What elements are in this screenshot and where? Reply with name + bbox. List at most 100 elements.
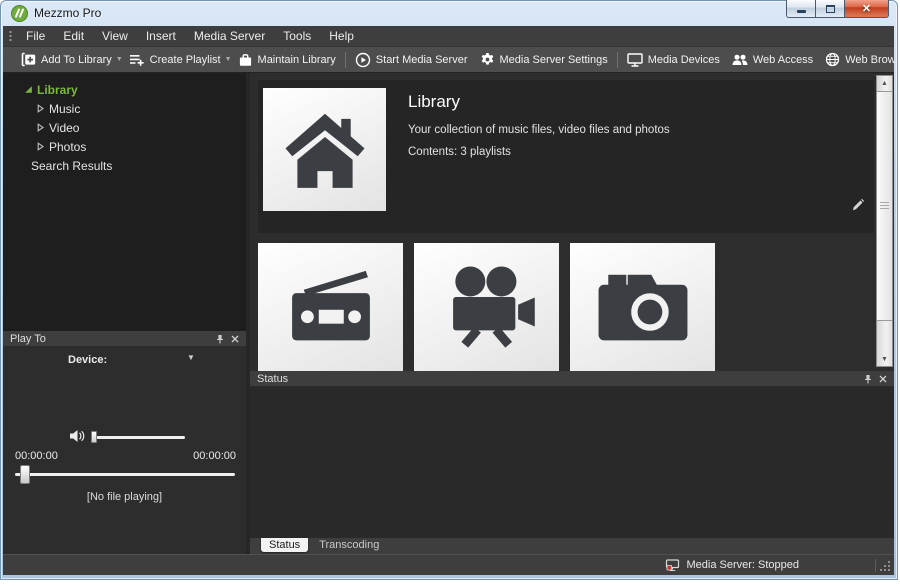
media-devices-button[interactable]: Media Devices [621,47,726,73]
collapsed-arrow-icon[interactable] [36,142,45,151]
statusbar-separator [875,559,876,572]
window-controls: ✕ [786,0,889,18]
close-panel-icon[interactable] [231,335,239,343]
workspace: Library Music Video [3,73,894,554]
volume-speaker-icon[interactable] [69,429,86,443]
status-log-area [250,387,894,537]
volume-slider-track[interactable] [93,436,185,439]
create-playlist-dropdown-icon[interactable]: ▼ [225,56,232,63]
library-home-tile[interactable] [263,88,386,211]
tree-item-label: Music [49,102,80,116]
now-playing-text: [No file playing] [3,491,246,503]
play-to-title: Play To [10,333,46,345]
collapsed-arrow-icon[interactable] [36,104,45,113]
scrollbar-grip-icon [880,202,889,210]
media-server-status: Media Server: Stopped [665,559,799,572]
media-devices-icon [627,53,643,67]
close-button[interactable]: ✕ [844,0,889,18]
expanded-arrow-icon[interactable] [24,85,33,94]
tab-transcoding[interactable]: Transcoding [311,538,387,552]
menu-file[interactable]: File [17,26,54,46]
media-server-status-text: Media Server: Stopped [686,559,799,571]
app-window: Mezzmo Pro ✕ File Edit View Insert Media… [0,0,898,580]
photo-camera-icon [593,266,693,348]
add-to-library-icon [20,52,36,67]
client-area: File Edit View Insert Media Server Tools… [3,26,894,575]
add-to-library-dropdown-icon[interactable]: ▼ [116,56,123,63]
status-panel-header: Status [250,371,894,387]
library-title: Library [408,92,460,112]
resize-grip-icon[interactable] [880,561,891,572]
status-panel-title: Status [257,373,288,385]
tree-item-library[interactable]: Library [3,80,246,99]
toolbar: Add To Library ▼ Create Playlist ▼ Maint… [3,47,894,73]
scroll-down-icon[interactable]: ▼ [877,352,892,366]
total-time: 00:00:00 [193,450,236,462]
status-panel: Status Status Transcoding [250,371,894,554]
web-browser-icon [825,52,840,67]
elapsed-time: 00:00:00 [15,450,58,462]
maintain-library-icon [238,53,253,67]
close-panel-icon[interactable] [879,375,887,383]
maintain-library-button[interactable]: Maintain Library [232,47,342,73]
play-to-header: Play To [3,331,246,347]
create-playlist-icon [129,53,145,67]
tree-item-video[interactable]: Video [3,118,246,137]
status-tabs: Status Transcoding [250,537,894,554]
library-contents: Contents: 3 playlists [408,146,511,158]
main-scrollbar[interactable]: ▲ ▼ [876,75,893,367]
pin-icon[interactable] [864,374,872,384]
menubar-drag-handle-icon[interactable] [9,30,12,43]
menu-edit[interactable]: Edit [54,26,93,46]
start-media-server-button[interactable]: Start Media Server [349,47,474,73]
tree-item-music[interactable]: Music [3,99,246,118]
play-to-panel: Play To Device: ▼ 00:00:00 [3,331,246,554]
scroll-up-icon[interactable]: ▲ [877,76,892,90]
pin-icon[interactable] [216,334,224,344]
web-browser-button[interactable]: Web Browser [819,47,894,73]
tree-item-search-results[interactable]: Search Results [3,156,246,175]
photos-playlist-tile[interactable] [570,243,715,371]
menu-media-server[interactable]: Media Server [185,26,274,46]
seek-slider-thumb[interactable] [20,465,30,484]
maximize-button[interactable] [815,0,844,18]
menu-insert[interactable]: Insert [137,26,185,46]
web-access-button[interactable]: Web Access [726,47,819,73]
menu-bar: File Edit View Insert Media Server Tools… [3,26,894,47]
tab-status[interactable]: Status [261,538,308,552]
edit-pencil-icon[interactable] [851,198,865,212]
tree-item-photos[interactable]: Photos [3,137,246,156]
mezzmo-logo-icon [11,5,28,22]
add-to-library-button[interactable]: Add To Library [14,47,118,73]
tree-item-label: Search Results [31,159,112,173]
video-playlist-tile[interactable] [414,243,559,371]
add-to-library-label: Add To Library [41,54,112,66]
media-devices-label: Media Devices [648,54,720,66]
scrollbar-thumb[interactable] [877,91,892,321]
toolbar-separator [617,52,618,68]
menu-help[interactable]: Help [320,26,363,46]
menu-view[interactable]: View [93,26,137,46]
home-icon [279,106,371,194]
media-server-status-icon [665,559,680,572]
library-header: Library Your collection of music files, … [258,80,874,233]
minimize-icon [797,10,806,13]
volume-slider-thumb[interactable] [91,431,97,443]
movie-camera-icon [437,261,537,353]
music-playlist-tile[interactable] [258,243,403,371]
device-label: Device: [68,354,107,366]
device-dropdown-icon[interactable]: ▼ [187,353,195,362]
status-bar: Media Server: Stopped [3,554,894,575]
titlebar: Mezzmo Pro ✕ [0,0,898,26]
seek-slider-track[interactable] [15,473,235,476]
create-playlist-label: Create Playlist [150,54,221,66]
create-playlist-button[interactable]: Create Playlist [123,47,227,73]
window-title: Mezzmo Pro [34,6,101,20]
tree-item-label: Library [37,83,78,97]
web-browser-label: Web Browser [845,54,894,66]
media-server-settings-button[interactable]: Media Server Settings [474,47,614,73]
radio-icon [281,262,381,352]
collapsed-arrow-icon[interactable] [36,123,45,132]
menu-tools[interactable]: Tools [274,26,320,46]
minimize-button[interactable] [786,0,815,18]
